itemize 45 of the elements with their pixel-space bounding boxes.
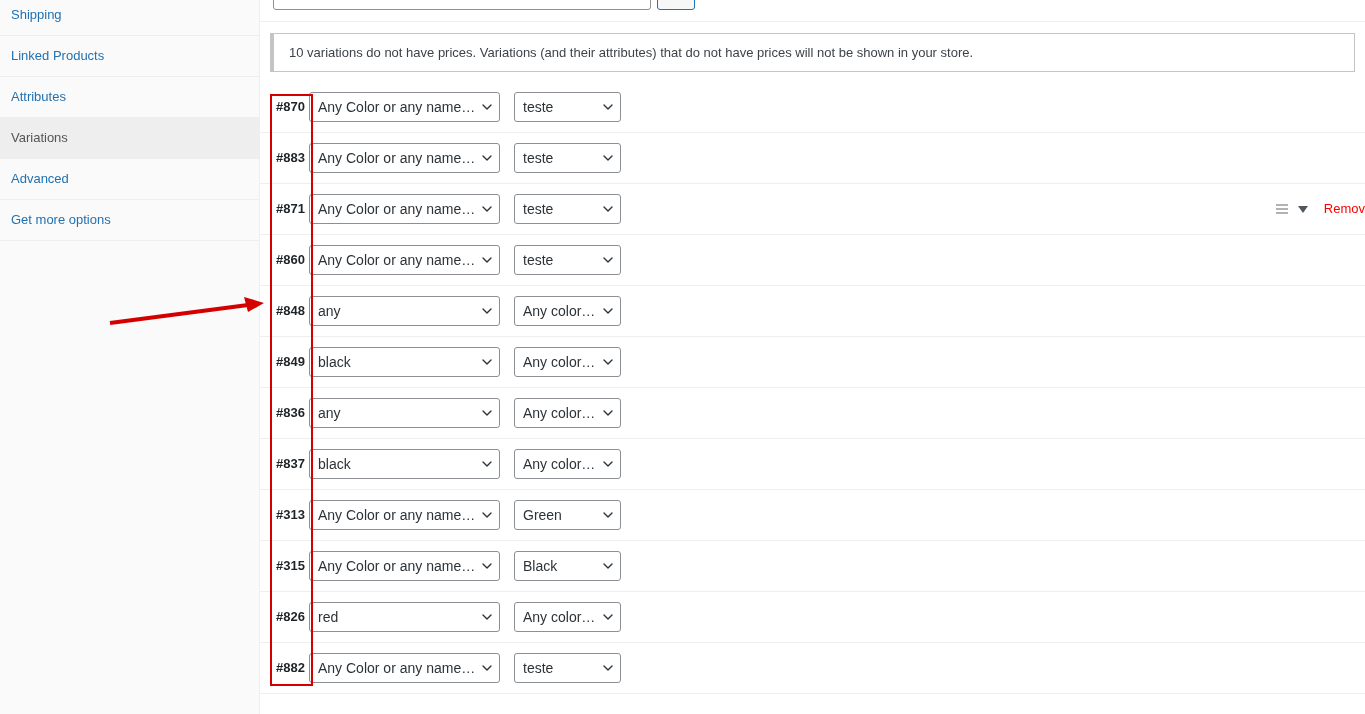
variation-id: #826 [275,608,304,626]
attribute-select[interactable]: black [309,347,500,377]
attribute-select[interactable]: Any color… [514,449,621,479]
attribute-select[interactable]: teste [514,653,621,683]
attribute-select[interactable]: any [309,296,500,326]
variation-id: #836 [275,404,304,422]
variation-id: #848 [275,302,304,320]
attribute-select[interactable]: Any Color or any name… [309,653,500,683]
attribute-select[interactable]: Any Color or any name… [309,92,500,122]
attribute-select[interactable]: any [309,398,500,428]
attribute-select[interactable]: Any color… [514,347,621,377]
attribute-select[interactable]: black [309,449,500,479]
attribute-select[interactable]: teste [514,143,621,173]
notice: 10 variations do not have prices. Variations (and their attributes) that do not have prices will not be shown in your store. [270,33,1355,72]
variation-id: #883 [275,149,304,167]
attribute-select[interactable]: teste [514,92,621,122]
attribute-select[interactable]: Any Color or any name… [309,143,500,173]
sidebar-item[interactable]: Get more options [0,200,259,241]
attribute-select[interactable]: Any color… [514,602,621,632]
variation-id: #837 [275,455,304,473]
attribute-select[interactable]: teste [514,194,621,224]
attribute-select[interactable]: Any color… [514,398,621,428]
sidebar-item[interactable]: Linked Products [0,36,259,77]
attribute-select[interactable]: red [309,602,500,632]
attribute-select[interactable]: Green [514,500,621,530]
variation-id: #849 [275,353,304,371]
attribute-select[interactable]: Any color… [514,296,621,326]
attribute-select[interactable]: Any Color or any name… [309,245,500,275]
attribute-select[interactable]: teste [514,245,621,275]
variation-id: #882 [275,659,304,677]
variation-id: #870 [275,98,304,116]
remove-link[interactable]: Remov [1323,199,1365,219]
attribute-select[interactable]: Any Color or any name… [309,500,500,530]
variation-id: #860 [275,251,304,269]
sidebar-item[interactable]: Shipping [0,0,259,36]
variation-id: #315 [275,557,304,575]
attribute-select[interactable]: Any Color or any name… [309,551,500,581]
drag-handle-icon[interactable] [1275,204,1288,214]
sidebar-item[interactable]: Advanced [0,159,259,200]
variation-id: #313 [275,506,304,524]
attribute-select[interactable]: Black [514,551,621,581]
attribute-select[interactable]: Any Color or any name… [309,194,500,224]
variation-id: #871 [275,200,304,218]
caret-icon[interactable] [1297,205,1308,213]
sidebar-item[interactable]: Variations [0,118,259,159]
